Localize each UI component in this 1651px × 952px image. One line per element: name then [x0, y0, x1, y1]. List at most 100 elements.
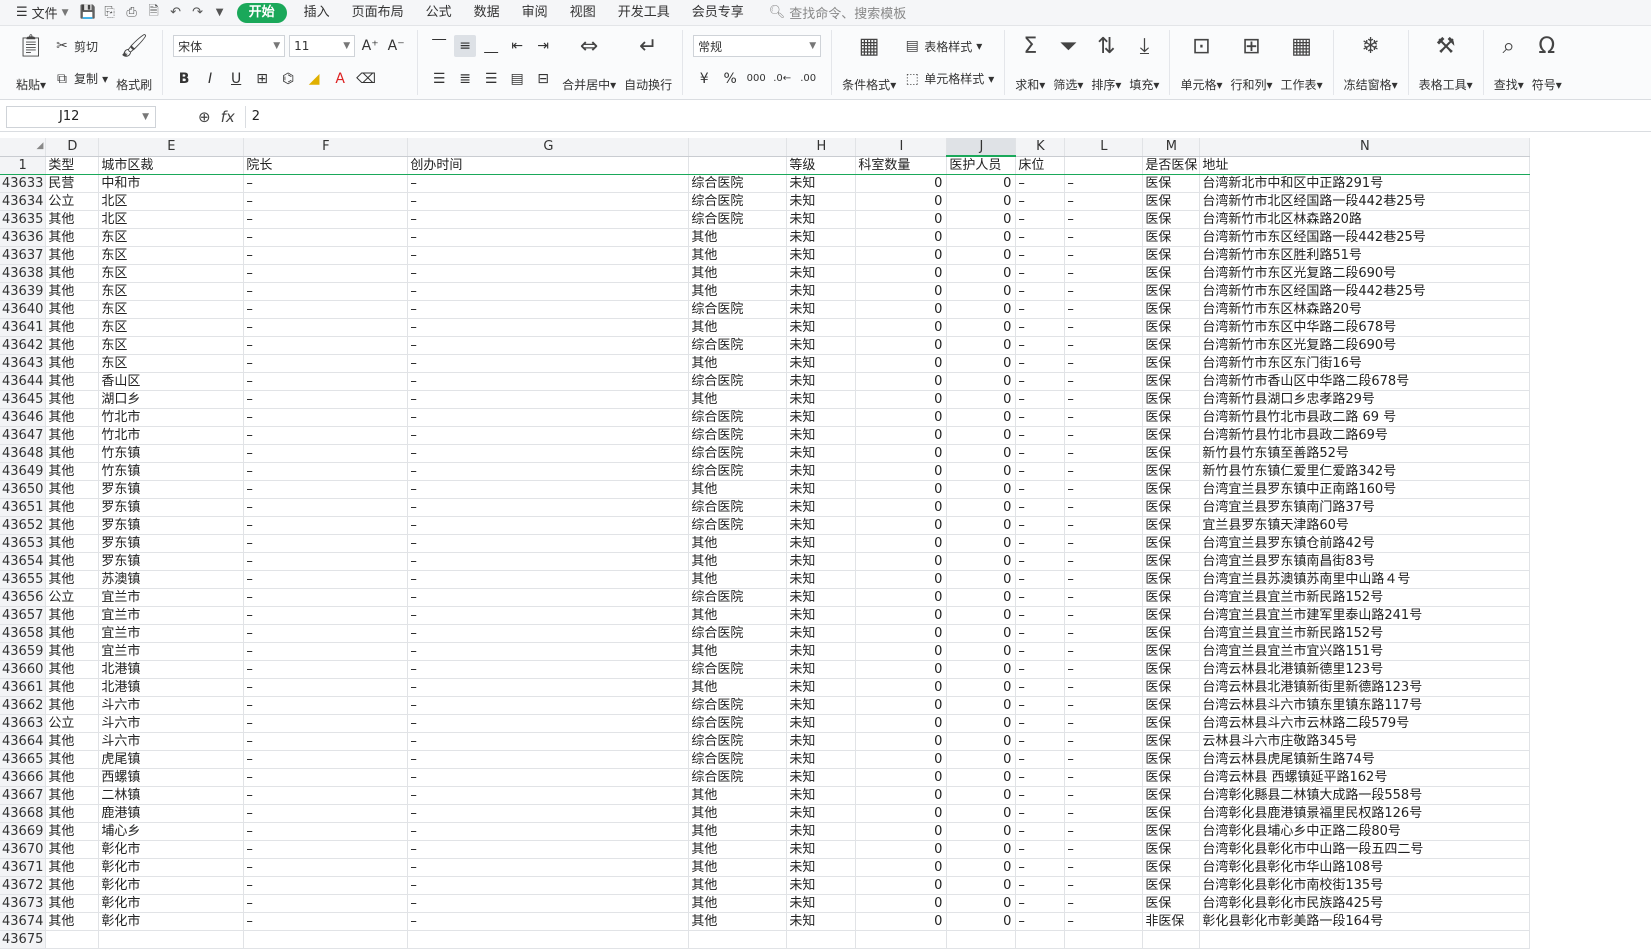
grid-cell[interactable]: 0 [946, 912, 1017, 931]
grid-cell[interactable]: – [407, 678, 690, 697]
grid-cell[interactable]: 医保 [1142, 660, 1201, 679]
column-header[interactable]: J [946, 138, 1017, 157]
grid-cell[interactable]: 其他 [45, 570, 100, 589]
row-header[interactable]: 43636 [0, 228, 47, 247]
function-icon[interactable]: fx [221, 108, 235, 126]
grid-cell[interactable]: 民营 [45, 174, 100, 193]
grid-cell[interactable]: 0 [946, 678, 1017, 697]
grid-cell[interactable]: 其他 [688, 786, 788, 805]
formula-input[interactable]: 2 [244, 105, 1651, 128]
row-header[interactable]: 43652 [0, 516, 47, 535]
grid-cell[interactable]: – [407, 732, 690, 751]
grid-cell[interactable]: 台湾宜兰县宜兰市新民路152号 [1199, 588, 1531, 607]
grid-cell[interactable]: – [1064, 840, 1144, 859]
increase-decimal-icon[interactable]: .0← [771, 68, 793, 90]
grid-cell[interactable]: 中和市 [98, 174, 245, 193]
grid-cell[interactable]: 台湾彰化县埔心乡中正路二段80号 [1199, 822, 1531, 841]
grid-cell[interactable]: – [1064, 246, 1144, 265]
grid-cell[interactable]: – [407, 354, 690, 373]
grid-cell[interactable]: 综合医院 [688, 372, 788, 391]
grid-cell[interactable]: 湖口乡 [98, 390, 245, 409]
grid-cell[interactable]: 其他 [45, 840, 100, 859]
thousands-icon[interactable]: 000 [745, 68, 767, 90]
grid-cell[interactable]: 医保 [1142, 210, 1201, 229]
grid-cell[interactable]: 竹东镇 [98, 462, 245, 481]
grid-cell[interactable]: 0 [855, 714, 948, 733]
grid-cell[interactable] [407, 930, 690, 949]
row-header[interactable]: 43663 [0, 714, 47, 733]
grid-cell[interactable]: – [407, 174, 690, 193]
grid-cell[interactable]: – [1015, 822, 1066, 841]
grid-cell[interactable]: 医保 [1142, 732, 1201, 751]
grid-cell[interactable]: 台湾新竹市东区经国路一段442巷25号 [1199, 282, 1531, 301]
grid-cell[interactable]: 彰化市 [98, 858, 245, 877]
grid-cell[interactable]: 医保 [1142, 786, 1201, 805]
row-header[interactable]: 43657 [0, 606, 47, 625]
grid-cell[interactable]: 其他 [45, 768, 100, 787]
grid-cell[interactable]: 医保 [1142, 174, 1201, 193]
sort-button[interactable]: ⇅ 排序▾ [1087, 30, 1125, 95]
grid-cell[interactable]: – [1015, 300, 1066, 319]
grid-cell[interactable]: 医保 [1142, 372, 1201, 391]
grid-cell[interactable]: 彰化市 [98, 876, 245, 895]
grid-cell[interactable]: 未知 [786, 336, 857, 355]
column-header[interactable]: L [1064, 138, 1144, 157]
row-header[interactable]: 43674 [0, 912, 47, 931]
grid-cell[interactable]: 综合医院 [688, 498, 788, 517]
grid-cell[interactable]: 0 [946, 534, 1017, 553]
grid-cell[interactable]: – [407, 192, 690, 211]
grid-cell[interactable]: 其他 [688, 264, 788, 283]
grid-cell[interactable]: – [243, 750, 409, 769]
grid-cell[interactable]: 未知 [786, 570, 857, 589]
grid-cell[interactable]: – [1015, 570, 1066, 589]
grid-cell[interactable]: 其他 [45, 822, 100, 841]
select-all-corner[interactable]: ◢ [0, 138, 47, 157]
grid-cell[interactable]: 其他 [45, 354, 100, 373]
grid-cell[interactable]: 其他 [688, 876, 788, 895]
grid-cell[interactable]: 台湾新北市中和区中正路291号 [1199, 174, 1531, 193]
grid-cell[interactable]: – [1064, 174, 1144, 193]
grid-cell[interactable]: – [1015, 534, 1066, 553]
grid-cell[interactable]: 综合医院 [688, 768, 788, 787]
grid-cell[interactable]: – [407, 786, 690, 805]
row-header[interactable]: 43648 [0, 444, 47, 463]
grid-cell[interactable]: 其他 [688, 246, 788, 265]
grid-cell[interactable]: 其他 [45, 696, 100, 715]
row-header[interactable]: 43662 [0, 696, 47, 715]
grid-cell[interactable]: – [407, 300, 690, 319]
column-header[interactable]: G [407, 138, 690, 157]
grid-cell[interactable]: 台湾云林县虎尾镇新生路74号 [1199, 750, 1531, 769]
grid-cell[interactable]: 其他 [45, 300, 100, 319]
grid-cell[interactable]: 未知 [786, 804, 857, 823]
grid-cell[interactable]: – [1064, 534, 1144, 553]
grid-cell[interactable]: – [243, 570, 409, 589]
grid-cell[interactable]: – [1015, 624, 1066, 643]
row-header[interactable]: 43675 [0, 930, 47, 949]
grid-cell[interactable]: – [1064, 408, 1144, 427]
grid-cell[interactable]: 其他 [45, 480, 100, 499]
grid-cell[interactable]: 罗东镇 [98, 480, 245, 499]
grid-cell[interactable]: 0 [946, 228, 1017, 247]
grid-cell[interactable]: – [243, 894, 409, 913]
merge-center-button[interactable]: ⇔ 合并居中▾ [558, 30, 620, 95]
grid-cell[interactable]: 苏澳镇 [98, 570, 245, 589]
grid-cell[interactable]: 未知 [786, 660, 857, 679]
grid-cell[interactable]: – [407, 408, 690, 427]
grid-cell[interactable]: 新竹县竹东镇至善路52号 [1199, 444, 1531, 463]
grid-cell[interactable]: – [407, 714, 690, 733]
grid-cell[interactable]: 0 [946, 174, 1017, 193]
grid-cell[interactable]: – [1064, 894, 1144, 913]
grid-cell[interactable]: 0 [946, 192, 1017, 211]
grid-cell[interactable]: 云林县斗六市庄敬路345号 [1199, 732, 1531, 751]
grid-cell[interactable]: 东区 [98, 264, 245, 283]
grid-cell[interactable]: 0 [946, 750, 1017, 769]
grid-cell[interactable]: 台湾彰化縣县二林镇大成路一段558号 [1199, 786, 1531, 805]
save-icon[interactable]: 💾 [77, 5, 99, 20]
row-header[interactable]: 1 [0, 156, 47, 175]
grid-cell[interactable]: 未知 [786, 588, 857, 607]
grid-cell[interactable]: 未知 [786, 426, 857, 445]
grid-cell[interactable]: 医保 [1142, 390, 1201, 409]
grid-cell[interactable]: 0 [946, 696, 1017, 715]
menu-tab[interactable]: 页面布局 [341, 0, 415, 26]
grid-cell[interactable]: 未知 [786, 210, 857, 229]
